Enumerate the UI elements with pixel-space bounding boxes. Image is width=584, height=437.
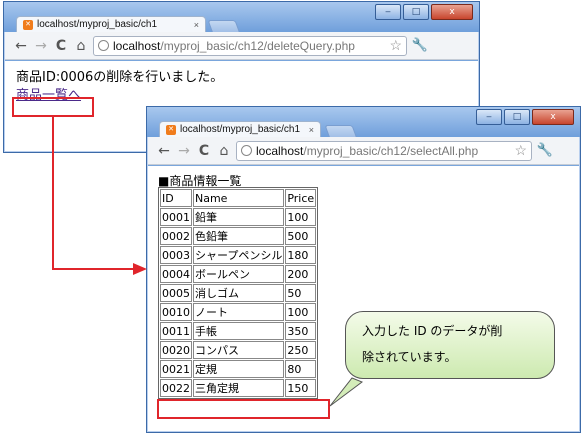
back-arrow-icon[interactable]: ← (156, 143, 172, 159)
table-row: 0003 シャープペンシル 180 (160, 246, 317, 264)
url-host: localhost (113, 38, 161, 53)
minimize-button[interactable]: ‒ (375, 4, 401, 20)
browser-toolbar: ← → C ⌂ localhost /myproj_basic/ch12/sel… (148, 137, 579, 165)
table-row: 0011 手帳 350 (160, 322, 317, 340)
browser-tab[interactable]: ✕ localhost/myproj_basic/ch1 × (16, 16, 206, 32)
cell-name: 手帳 (193, 322, 285, 340)
wrench-icon[interactable]: 🔧 (411, 38, 429, 53)
column-header-price: Price (285, 189, 317, 207)
maximize-button[interactable]: □ (504, 109, 530, 125)
tab-title: localhost/myproj_basic/ch1 (37, 19, 158, 30)
cell-name: 定規 (193, 360, 285, 378)
cell-price: 100 (285, 303, 317, 321)
cell-id: 0005 (160, 284, 192, 302)
table-row: 0020 コンパス 250 (160, 341, 317, 359)
reload-icon[interactable]: C (53, 38, 69, 54)
back-arrow-icon[interactable]: ← (13, 38, 29, 54)
table-row: 0021 定規 80 (160, 360, 317, 378)
browser-tab[interactable]: ✕ localhost/myproj_basic/ch1 × (159, 121, 321, 137)
home-icon[interactable]: ⌂ (73, 38, 89, 54)
link-highlight-box (12, 97, 94, 117)
callout-line-1: 入力した ID のデータが削 (362, 324, 503, 338)
table-header-row: ID Name Price (160, 189, 317, 207)
cell-name: 色鉛筆 (193, 227, 285, 245)
cell-id: 0011 (160, 322, 192, 340)
tab-title: localhost/myproj_basic/ch1 (180, 124, 301, 135)
connector-line-horizontal (52, 268, 134, 270)
minimize-button[interactable]: ‒ (476, 109, 502, 125)
globe-icon (98, 40, 109, 51)
cell-price: 500 (285, 227, 317, 245)
tab-close-icon[interactable]: × (309, 125, 314, 135)
cell-id: 0010 (160, 303, 192, 321)
xampp-favicon-icon: ✕ (166, 124, 176, 135)
cell-price: 200 (285, 265, 317, 283)
url-path: /myproj_basic/ch12/deleteQuery.php (160, 38, 355, 53)
maximize-button[interactable]: □ (403, 4, 429, 20)
bookmark-star-icon[interactable]: ☆ (514, 142, 527, 159)
table-row: 0005 消しゴム 50 (160, 284, 317, 302)
window-controls: ‒ □ x (476, 109, 574, 125)
cell-id: 0020 (160, 341, 192, 359)
cell-price: 150 (285, 379, 317, 397)
delete-message: 商品ID:0006の削除を行いました。 (16, 70, 224, 85)
tab-close-icon[interactable]: × (194, 20, 199, 30)
address-bar[interactable]: localhost /myproj_basic/ch12/selectAll.p… (236, 140, 532, 161)
cell-id: 0004 (160, 265, 192, 283)
window-controls: ‒ □ x (375, 4, 473, 20)
home-icon[interactable]: ⌂ (216, 143, 232, 159)
cell-price: 350 (285, 322, 317, 340)
product-table: ID Name Price 0001 鉛筆 100 0002 色鉛筆 500 0003 シャー… (158, 187, 319, 399)
globe-icon (241, 145, 252, 156)
cell-name: 三角定規 (193, 379, 285, 397)
cell-id: 0002 (160, 227, 192, 245)
cell-price: 50 (285, 284, 317, 302)
xampp-favicon-icon: ✕ (23, 19, 33, 30)
forward-arrow-icon[interactable]: → (176, 143, 192, 159)
cell-name: 消しゴム (193, 284, 285, 302)
cell-price: 100 (285, 208, 317, 226)
table-row: 0001 鉛筆 100 (160, 208, 317, 226)
column-header-name: Name (193, 189, 285, 207)
annotation-callout: 入力した ID のデータが削 除されています。 (345, 311, 555, 379)
empty-row-highlight-box (157, 399, 330, 419)
wrench-icon[interactable]: 🔧 (536, 143, 554, 158)
url-path: /myproj_basic/ch12/selectAll.php (303, 143, 479, 158)
cell-name: コンパス (193, 341, 285, 359)
cell-name: 鉛筆 (193, 208, 285, 226)
cell-id: 0001 (160, 208, 192, 226)
url-host: localhost (256, 143, 304, 158)
browser-toolbar: ← → C ⌂ localhost /myproj_basic/ch12/del… (5, 32, 478, 60)
cell-price: 80 (285, 360, 317, 378)
bookmark-star-icon[interactable]: ☆ (389, 37, 402, 54)
cell-price: 250 (285, 341, 317, 359)
close-button[interactable]: x (431, 4, 473, 20)
table-row: 0002 色鉛筆 500 (160, 227, 317, 245)
callout-line-2: 除されています。 (362, 350, 457, 364)
cell-name: ボールペン (193, 265, 285, 283)
cell-id: 0022 (160, 379, 192, 397)
cell-id: 0003 (160, 246, 192, 264)
column-header-id: ID (160, 189, 192, 207)
cell-price: 180 (285, 246, 317, 264)
table-row: 0004 ボールペン 200 (160, 265, 317, 283)
address-bar[interactable]: localhost /myproj_basic/ch12/deleteQuery… (93, 35, 407, 56)
reload-icon[interactable]: C (196, 143, 212, 159)
cell-name: シャープペンシル (193, 246, 285, 264)
table-row: 0022 三角定規 150 (160, 379, 317, 397)
arrow-head-icon (133, 263, 147, 275)
close-button[interactable]: x (532, 109, 574, 125)
forward-arrow-icon[interactable]: → (33, 38, 49, 54)
table-row: 0010 ノート 100 (160, 303, 317, 321)
cell-id: 0021 (160, 360, 192, 378)
connector-line-vertical (52, 117, 54, 270)
cell-name: ノート (193, 303, 285, 321)
